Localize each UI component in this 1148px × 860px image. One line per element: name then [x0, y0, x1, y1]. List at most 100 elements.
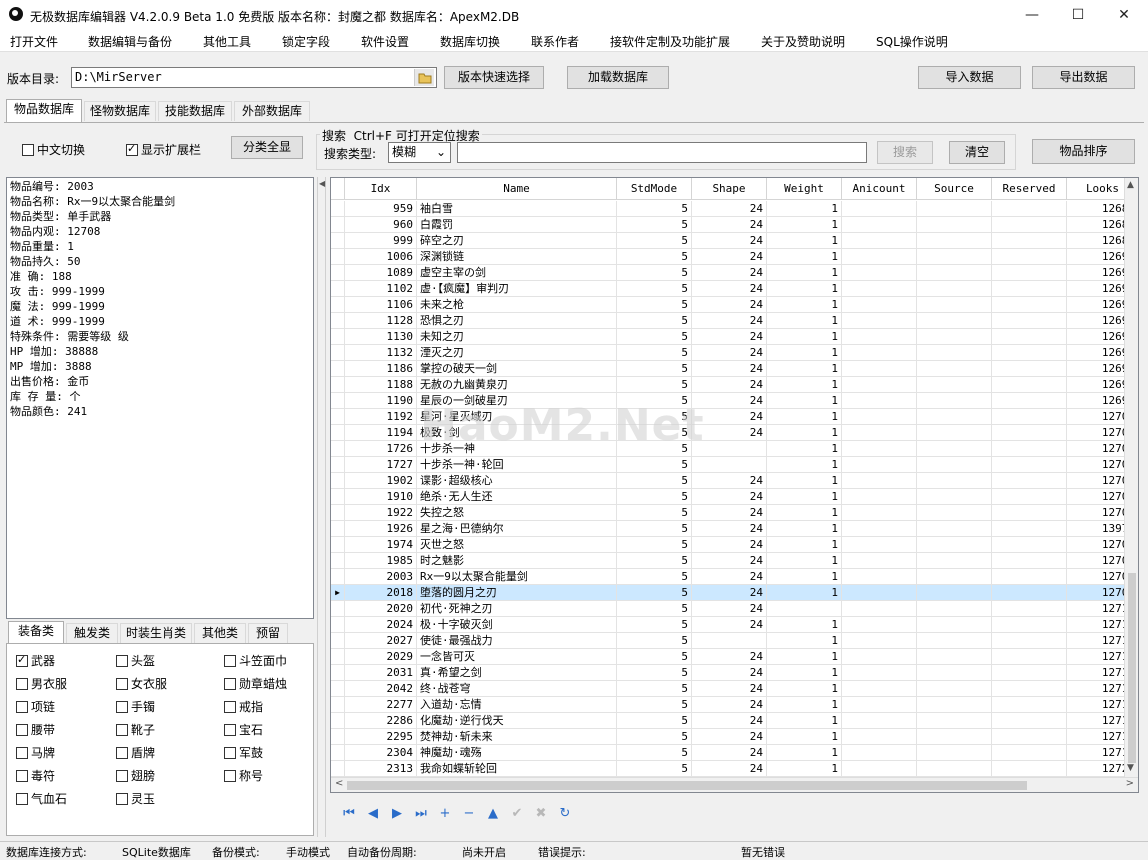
table-cell[interactable]: 1	[767, 441, 842, 457]
table-row[interactable]: 1902 谍影·超级核心 5 24 1 12703	[331, 473, 1138, 489]
table-cell[interactable]	[992, 345, 1067, 361]
table-cell[interactable]: 虚空主宰の剑	[417, 265, 617, 281]
table-cell[interactable]	[992, 313, 1067, 329]
table-cell[interactable]	[992, 201, 1067, 217]
table-cell[interactable]	[917, 489, 992, 505]
items-grid[interactable]: Idx Name StdMode Shape Weight Anicount Source R…	[330, 177, 1139, 793]
tab-other[interactable]: 其他类	[194, 623, 246, 643]
table-cell[interactable]: 5	[617, 281, 692, 297]
table-row[interactable]: 1130 未知之刃 5 24 1 12695	[331, 329, 1138, 345]
panel-splitter[interactable]: ◀	[317, 177, 326, 837]
table-row[interactable]: 1727 十步杀一神·轮回 5 1 12702	[331, 457, 1138, 473]
table-cell[interactable]	[842, 537, 917, 553]
table-cell[interactable]	[992, 569, 1067, 585]
table-cell[interactable]: 24	[692, 617, 767, 633]
table-cell[interactable]: 1	[767, 633, 842, 649]
category-checkbox[interactable]: 武器	[16, 652, 55, 669]
table-cell[interactable]: 1	[767, 553, 842, 569]
category-checkbox[interactable]: 宝石	[224, 721, 263, 738]
table-cell[interactable]: 5	[617, 297, 692, 313]
table-cell[interactable]	[917, 409, 992, 425]
table-cell[interactable]: 1	[767, 361, 842, 377]
table-cell[interactable]: 1128	[345, 313, 417, 329]
menu-about[interactable]: 关于及赞助说明	[761, 33, 845, 50]
table-cell[interactable]	[842, 729, 917, 745]
table-cell[interactable]: 5	[617, 457, 692, 473]
import-button[interactable]: 导入数据	[918, 66, 1021, 89]
table-cell[interactable]	[917, 473, 992, 489]
table-cell[interactable]: 1	[767, 329, 842, 345]
table-cell[interactable]: 24	[692, 601, 767, 617]
table-cell[interactable]	[992, 521, 1067, 537]
table-cell[interactable]: 5	[617, 313, 692, 329]
table-cell[interactable]: 1190	[345, 393, 417, 409]
table-cell[interactable]: 碎空之刃	[417, 233, 617, 249]
table-cell[interactable]	[842, 265, 917, 281]
sort-items-button[interactable]: 物品排序	[1032, 139, 1135, 164]
table-cell[interactable]: 真·希望之剑	[417, 665, 617, 681]
table-cell[interactable]: 1	[767, 713, 842, 729]
table-cell[interactable]: 24	[692, 345, 767, 361]
table-row[interactable]: 1128 恐惧之刃 5 24 1 12694	[331, 313, 1138, 329]
table-cell[interactable]: 1	[767, 281, 842, 297]
table-cell[interactable]: 极·十字破灭剑	[417, 617, 617, 633]
table-row[interactable]: 1102 虚·【疯魔】审判刃 5 24 1 12692	[331, 281, 1138, 297]
table-cell[interactable]: 1	[767, 489, 842, 505]
table-cell[interactable]: Rx一9以太聚合能量剑	[417, 569, 617, 585]
table-cell[interactable]	[767, 601, 842, 617]
menu-lock-fields[interactable]: 锁定字段	[282, 33, 330, 50]
search-input[interactable]	[457, 142, 867, 163]
table-cell[interactable]	[917, 537, 992, 553]
table-cell[interactable]	[992, 601, 1067, 617]
scroll-left-icon[interactable]: <	[335, 778, 343, 789]
menu-customization[interactable]: 接软件定制及功能扩展	[610, 33, 730, 50]
table-cell[interactable]: 袖白雪	[417, 201, 617, 217]
table-cell[interactable]: 掌控の破天一剑	[417, 361, 617, 377]
table-cell[interactable]	[992, 681, 1067, 697]
table-cell[interactable]: 2029	[345, 649, 417, 665]
menu-sql-help[interactable]: SQL操作说明	[876, 33, 948, 50]
table-cell[interactable]	[992, 361, 1067, 377]
scrollbar-thumb[interactable]	[347, 781, 1027, 790]
table-row[interactable]: 1089 虚空主宰の剑 5 24 1 12691	[331, 265, 1138, 281]
table-cell[interactable]: 入道劫·忘情	[417, 697, 617, 713]
table-row[interactable]: 1922 失控之怒 5 24 1 12705	[331, 505, 1138, 521]
table-cell[interactable]	[992, 473, 1067, 489]
table-cell[interactable]: 5	[617, 665, 692, 681]
table-cell[interactable]: 1	[767, 345, 842, 361]
category-checkbox[interactable]: 灵玉	[116, 790, 155, 807]
table-cell[interactable]	[842, 601, 917, 617]
table-row[interactable]: 2003 Rx一9以太聚合能量剑 5 24 1 12708	[331, 569, 1138, 585]
table-cell[interactable]: 神魔劫·魂殇	[417, 745, 617, 761]
table-cell[interactable]: 24	[692, 697, 767, 713]
table-cell[interactable]: 24	[692, 201, 767, 217]
table-cell[interactable]: 24	[692, 729, 767, 745]
table-cell[interactable]: 1922	[345, 505, 417, 521]
table-row[interactable]: ▶ 2018 堕落的圆月之刃 5 24 1 12709	[331, 585, 1138, 601]
table-cell[interactable]: 24	[692, 329, 767, 345]
table-cell[interactable]	[842, 425, 917, 441]
table-cell[interactable]: 24	[692, 233, 767, 249]
table-cell[interactable]	[917, 313, 992, 329]
table-cell[interactable]: 24	[692, 553, 767, 569]
table-cell[interactable]: 白霞罚	[417, 217, 617, 233]
table-row[interactable]: 1985 时之魅影 5 24 1 12707	[331, 553, 1138, 569]
table-cell[interactable]	[992, 329, 1067, 345]
table-cell[interactable]: 1	[767, 729, 842, 745]
table-cell[interactable]	[842, 505, 917, 521]
table-cell[interactable]: 无赦の九幽黄泉刃	[417, 377, 617, 393]
table-cell[interactable]: 2304	[345, 745, 417, 761]
table-row[interactable]: 1006 深渊锁链 5 24 1 12690	[331, 249, 1138, 265]
scroll-up-icon[interactable]: ▲	[1127, 180, 1134, 190]
table-cell[interactable]	[842, 553, 917, 569]
menu-software-settings[interactable]: 软件设置	[361, 33, 409, 50]
last-record-icon[interactable]: ⏭	[412, 805, 430, 823]
table-cell[interactable]: 虚·【疯魔】审判刃	[417, 281, 617, 297]
table-cell[interactable]	[992, 585, 1067, 601]
table-cell[interactable]: 1	[767, 297, 842, 313]
table-cell[interactable]: 5	[617, 265, 692, 281]
table-cell[interactable]	[992, 377, 1067, 393]
table-row[interactable]: 2304 神魔劫·魂殇 5 24 1 12719	[331, 745, 1138, 761]
edit-record-icon[interactable]: ▲	[484, 805, 502, 823]
table-cell[interactable]	[992, 393, 1067, 409]
